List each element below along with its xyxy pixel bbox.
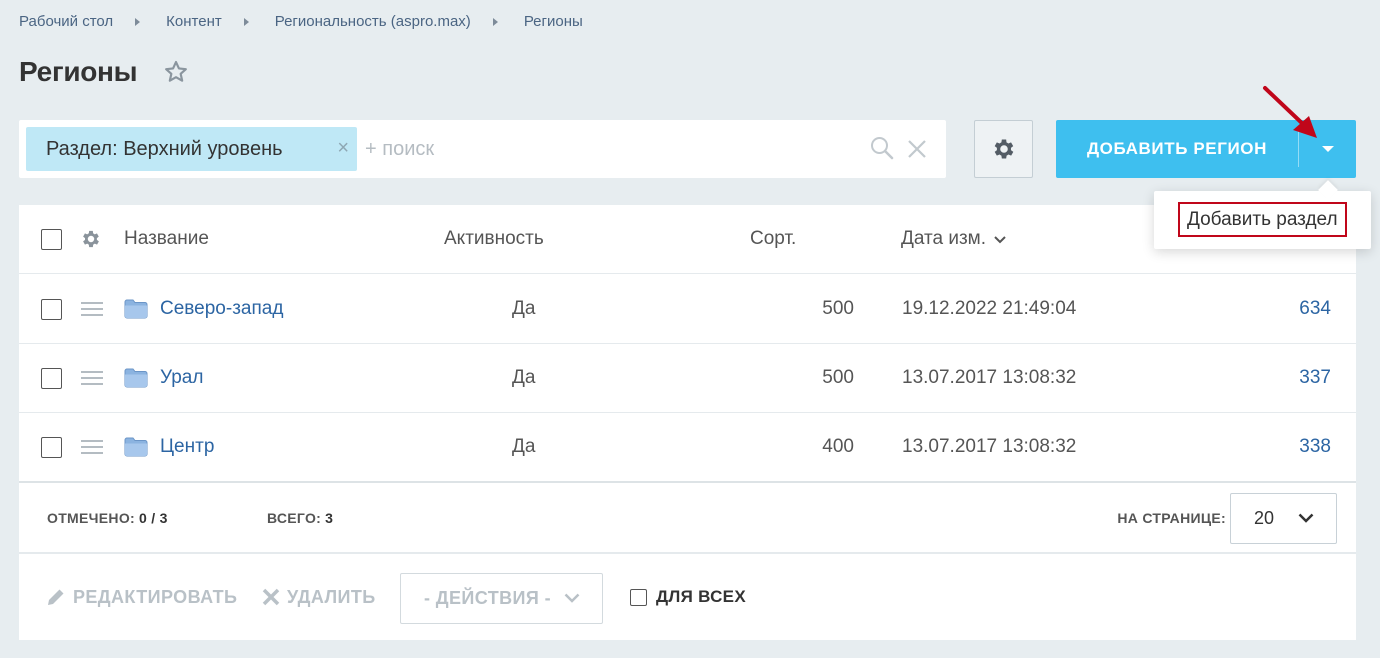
group-actions-bar: РЕДАКТИРОВАТЬ УДАЛИТЬ - ДЕЙСТВИЯ - ДЛЯ В… — [19, 554, 1356, 640]
for-all-toggle[interactable]: ДЛЯ ВСЕХ — [630, 554, 746, 640]
settings-button[interactable] — [974, 120, 1033, 178]
search-icon[interactable] — [869, 135, 895, 166]
cross-icon — [262, 588, 280, 606]
add-region-label: ДОБАВИТЬ РЕГИОН — [1086, 139, 1268, 158]
per-page-label: НА СТРАНИЦЕ: — [1117, 509, 1226, 526]
delete-label: УДАЛИТЬ — [287, 586, 376, 607]
drag-handle-icon[interactable] — [81, 370, 103, 391]
column-header-date-label: Дата изм. — [901, 228, 987, 249]
filter-chip-label: Раздел: Верхний уровень — [46, 137, 283, 160]
row-sort: 500 — [822, 297, 854, 319]
chevron-down-icon — [994, 236, 1006, 244]
row-sort: 400 — [822, 436, 854, 457]
search-input[interactable] — [365, 134, 845, 164]
row-name-label: Центр — [160, 436, 215, 457]
edit-button[interactable]: РЕДАКТИРОВАТЬ — [46, 554, 237, 640]
folder-icon — [124, 368, 148, 388]
filter-bar: Раздел: Верхний уровень × — [19, 120, 946, 178]
row-name-link[interactable]: Центр — [124, 413, 214, 481]
select-all-checkbox[interactable] — [41, 229, 62, 250]
breadcrumb-desktop[interactable]: Рабочий стол — [19, 13, 113, 30]
per-page-select[interactable]: 20 — [1230, 493, 1337, 544]
row-date: 13.07.2017 13:08:32 — [902, 367, 1077, 388]
chevron-down-icon — [564, 593, 580, 603]
column-header-date[interactable]: Дата изм. — [901, 205, 1006, 273]
add-dropdown-menu: Добавить раздел — [1154, 191, 1371, 249]
row-active: Да — [512, 297, 536, 319]
row-checkbox[interactable] — [41, 298, 62, 320]
row-id-link[interactable]: 337 — [1299, 344, 1331, 412]
filter-chip-remove-icon[interactable]: × — [337, 138, 349, 158]
filter-chip[interactable]: Раздел: Верхний уровень × — [26, 127, 357, 171]
actions-select-value: - ДЕЙСТВИЯ - — [424, 588, 551, 608]
table-row[interactable]: Северо-запад Да 500 19.12.2022 21:49:04 … — [19, 274, 1356, 344]
row-name-label: Северо-запад — [160, 297, 284, 319]
edit-label: РЕДАКТИРОВАТЬ — [73, 586, 238, 607]
breadcrumb-regionality[interactable]: Региональность (aspro.max) — [275, 13, 471, 30]
clear-icon[interactable] — [906, 138, 928, 165]
chevron-down-icon — [1298, 513, 1314, 523]
row-name-link[interactable]: Северо-запад — [124, 274, 283, 343]
row-checkbox[interactable] — [41, 368, 62, 389]
row-id-link[interactable]: 338 — [1299, 413, 1331, 481]
total-count: ВСЕГО: 3 — [267, 483, 333, 552]
row-date: 13.07.2017 13:08:32 — [902, 436, 1077, 457]
row-date: 19.12.2022 21:49:04 — [902, 297, 1077, 319]
table-row[interactable]: Урал Да 500 13.07.2017 13:08:32 337 — [19, 344, 1356, 413]
breadcrumb-content[interactable]: Контент — [166, 13, 222, 30]
table-row[interactable]: Центр Да 400 13.07.2017 13:08:32 338 — [19, 413, 1356, 483]
columns-settings-gear-icon[interactable] — [80, 228, 102, 255]
column-header-name[interactable]: Название — [124, 205, 209, 273]
breadcrumb-regions[interactable]: Регионы — [524, 13, 583, 30]
folder-icon — [124, 299, 148, 319]
table-summary: ОТМЕЧЕНО: 0 / 3 ВСЕГО: 3 НА СТРАНИЦЕ: 20 — [19, 483, 1356, 554]
title-row: Регионы — [19, 56, 189, 88]
per-page-value: 20 — [1254, 508, 1275, 528]
row-active: Да — [512, 367, 536, 388]
column-header-active[interactable]: Активность — [444, 205, 544, 273]
row-checkbox[interactable] — [41, 437, 62, 458]
total-count-value: 3 — [325, 509, 334, 526]
for-all-label: ДЛЯ ВСЕХ — [656, 587, 746, 606]
column-header-sort[interactable]: Сорт. — [750, 205, 796, 273]
delete-button[interactable]: УДАЛИТЬ — [262, 554, 376, 640]
breadcrumb-separator-icon — [243, 17, 249, 26]
row-active: Да — [512, 436, 536, 457]
selected-count-value: 0 / 3 — [138, 509, 168, 526]
drag-handle-icon[interactable] — [81, 439, 103, 460]
actions-select[interactable]: - ДЕЙСТВИЯ - — [400, 573, 603, 624]
total-count-label: ВСЕГО: — [267, 509, 322, 526]
row-sort: 500 — [822, 367, 854, 388]
row-id-link[interactable]: 634 — [1299, 274, 1331, 343]
menu-item-add-section[interactable]: Добавить раздел — [1178, 202, 1347, 237]
caret-down-icon — [1321, 146, 1334, 152]
breadcrumb: Рабочий стол Контент Региональность (asp… — [19, 13, 583, 30]
selected-count: ОТМЕЧЕНО: 0 / 3 — [47, 483, 168, 552]
pencil-icon — [48, 589, 64, 605]
selected-count-label: ОТМЕЧЕНО: — [47, 509, 135, 526]
breadcrumb-separator-icon — [492, 17, 498, 26]
row-name-link[interactable]: Урал — [124, 344, 203, 412]
page-title: Регионы — [19, 56, 138, 87]
breadcrumb-separator-icon — [135, 17, 141, 26]
annotation-arrow-icon — [1263, 86, 1317, 138]
row-name-label: Урал — [160, 367, 204, 388]
regions-table: Название Активность Сорт. Дата изм. Севе… — [19, 205, 1356, 640]
for-all-checkbox[interactable] — [630, 588, 647, 606]
drag-handle-icon[interactable] — [81, 301, 103, 322]
star-icon[interactable] — [163, 59, 189, 85]
gear-icon — [994, 139, 1013, 159]
folder-icon — [124, 437, 148, 457]
